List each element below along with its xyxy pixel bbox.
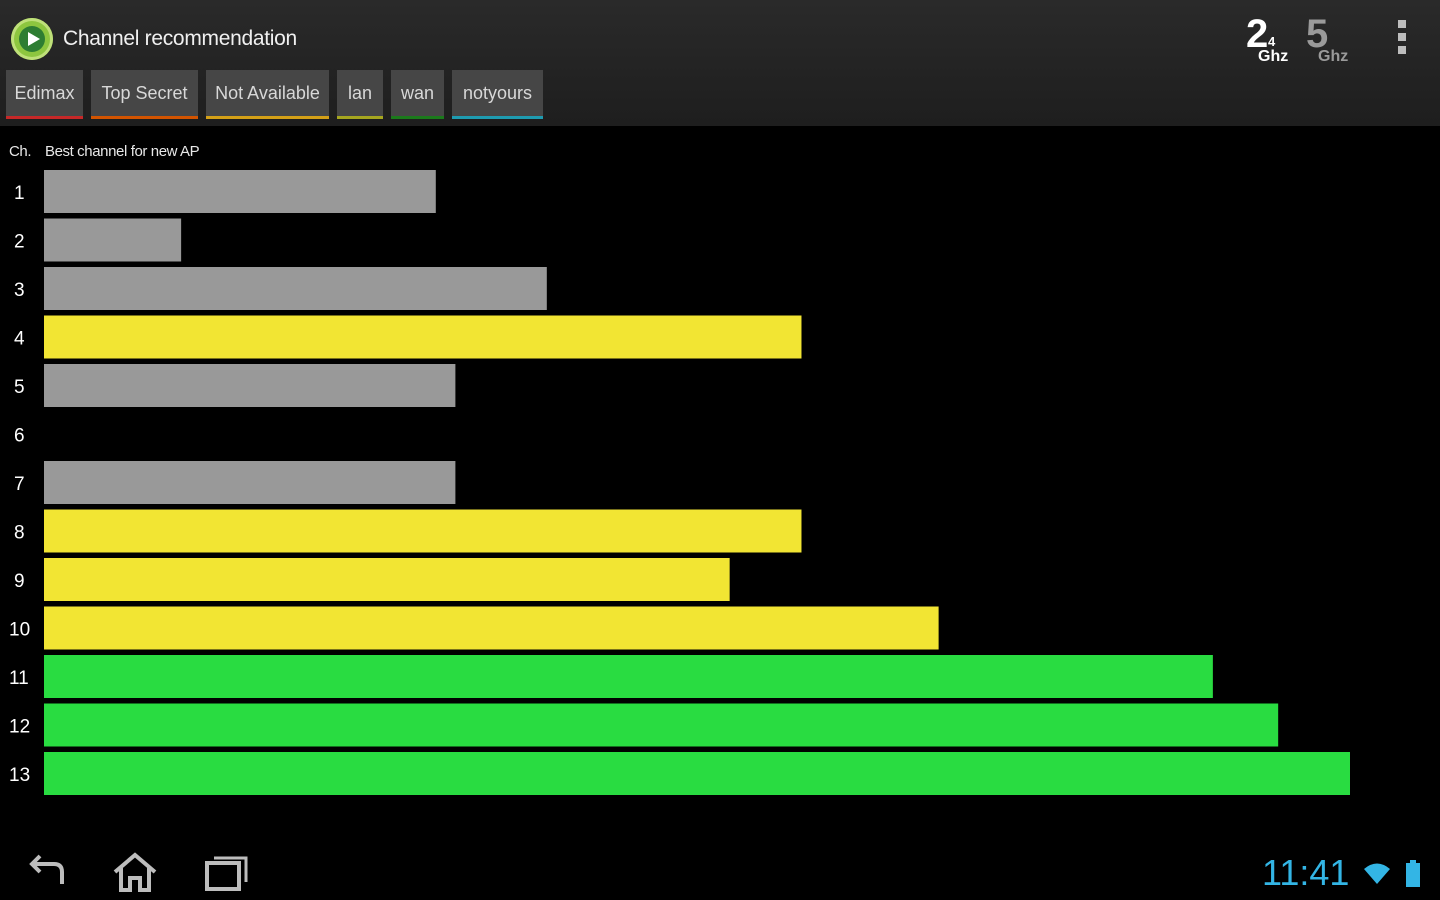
channel-column-header: Ch. [9,143,32,160]
channel-bar-12 [44,703,1279,747]
channel-label: 11 [9,668,29,689]
tab-label: lan [347,83,373,103]
tab-label: wan [400,83,435,103]
overflow-menu-icon[interactable] [1394,20,1410,60]
channel-bar-13 [44,752,1350,795]
chart-title: Best channel for new AP [45,143,200,160]
action-bar: Channel recommendation 2 4 Ghz 5 Ghz Edi… [0,0,1440,126]
channel-label: 4 [14,329,25,350]
channel-bar-chart: 12345678910111213 [9,170,1350,795]
app-title: Channel recommendation [63,27,297,50]
band-5-unit: Ghz [1318,48,1349,65]
tab-label: Top Secret [101,83,188,103]
band-5ghz-button[interactable]: 5 Ghz [1306,12,1366,68]
channel-label: 6 [14,426,25,447]
channel-bar-7 [44,461,456,504]
channel-label: 3 [14,280,25,301]
tab-lan[interactable]: lan [337,70,383,119]
channel-label: 12 [9,717,30,738]
channel-label: 7 [14,474,25,495]
channel-label: 10 [9,620,30,641]
band-24ghz-button[interactable]: 2 4 Ghz [1246,12,1306,68]
channel-bar-5 [44,364,456,407]
tab-not-available[interactable]: Not Available [206,70,329,119]
tab-edimax[interactable]: Edimax [6,70,83,119]
wifi-icon [1364,863,1390,884]
channel-bar-10 [44,606,939,650]
tab-label: Not Available [215,83,320,103]
channel-label: 8 [14,523,25,544]
home-icon[interactable] [110,850,160,894]
app-logo-icon[interactable] [11,18,53,60]
band-24-decimal: 4 [1268,34,1276,49]
channel-label: 2 [14,232,25,253]
tab-notyours[interactable]: notyours [452,70,543,119]
channel-bar-8 [44,509,802,553]
tab-label: Edimax [14,83,75,103]
channel-bar-4 [44,315,802,359]
channel-label: 1 [14,183,25,204]
battery-icon [1406,860,1420,887]
recent-apps-icon[interactable] [202,850,252,894]
channel-bar-3 [44,267,547,310]
channel-label: 13 [9,765,30,786]
channel-label: 9 [14,571,25,592]
channel-bar-1 [44,170,436,213]
tab-label: notyours [462,83,533,103]
back-icon[interactable] [22,850,72,894]
band-24-unit: Ghz [1258,48,1289,65]
tab-wan[interactable]: wan [391,70,444,119]
tab-top-secret[interactable]: Top Secret [91,70,198,119]
channel-bar-11 [44,655,1213,698]
channel-label: 5 [14,377,25,398]
channel-bar-2 [44,218,182,262]
clock: 11:41 [1262,852,1350,893]
channel-bar-9 [44,558,730,601]
